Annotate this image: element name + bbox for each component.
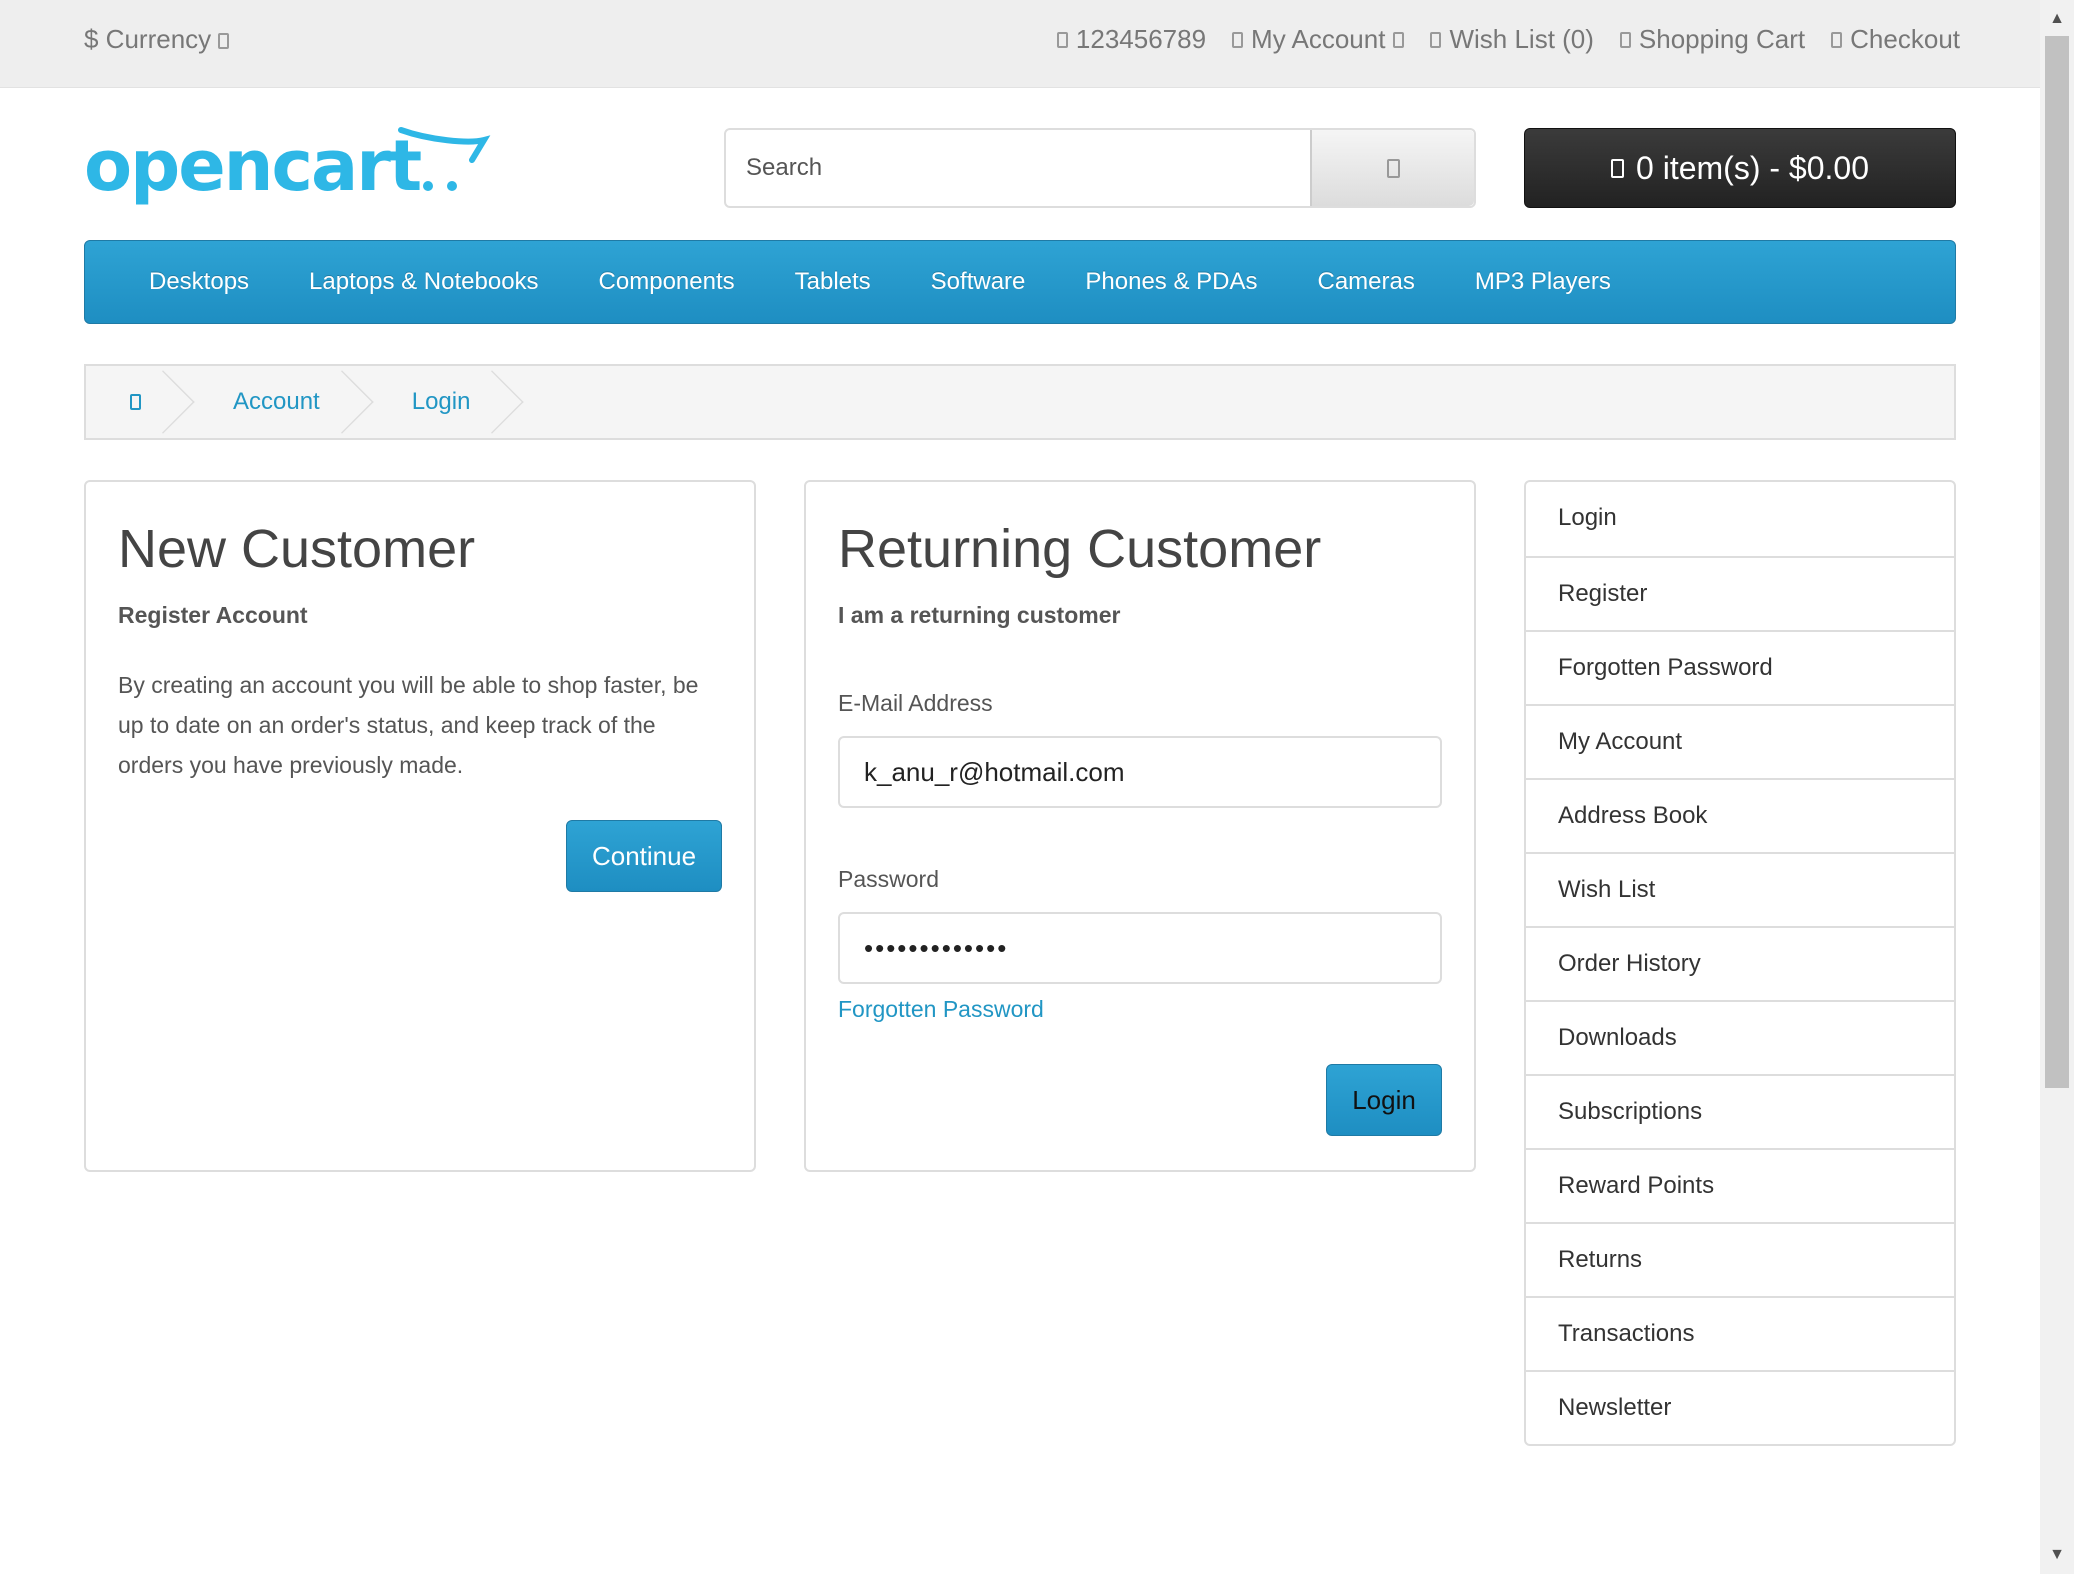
shopping-cart-link[interactable]: Shopping Cart [1619,24,1806,55]
sidebar-item-register[interactable]: Register [1526,556,1954,630]
phone-link[interactable]: 123456789 [1056,24,1207,55]
breadcrumb-account[interactable]: Account [185,366,364,438]
cart-icon [1611,158,1625,178]
search-icon [1386,158,1400,178]
user-icon [1232,31,1244,48]
sidebar-item-order-history[interactable]: Order History [1526,926,1954,1000]
breadcrumb: Account Login [84,364,1956,440]
my-account-label: My Account [1251,24,1386,54]
wish-list-link[interactable]: Wish List (0) [1430,24,1594,55]
sidebar-item-subscriptions[interactable]: Subscriptions [1526,1074,1954,1148]
nav-laptops-notebooks[interactable]: Laptops & Notebooks [309,268,539,296]
breadcrumb-login[interactable]: Login [364,366,515,438]
category-menu: Desktops Laptops & Notebooks Components … [84,240,1956,324]
checkout-label: Checkout [1850,24,1960,54]
nav-software[interactable]: Software [931,268,1026,296]
currency-label: $ Currency [84,24,212,54]
new-customer-title: New Customer [118,519,476,579]
cart-label: 0 item(s) - $0.00 [1636,149,1869,186]
email-field[interactable] [838,736,1442,808]
password-label: Password [838,866,939,892]
email-label: E-Mail Address [838,690,993,716]
home-icon [130,394,141,410]
continue-button[interactable]: Continue [566,820,722,892]
new-customer-panel: New Customer Register Account By creatin… [84,480,756,1172]
nav-mp3-players[interactable]: MP3 Players [1475,268,1611,296]
search-bar [724,128,1476,208]
sidebar-item-newsletter[interactable]: Newsletter [1526,1370,1954,1444]
sidebar-item-returns[interactable]: Returns [1526,1222,1954,1296]
sidebar-item-downloads[interactable]: Downloads [1526,1000,1954,1074]
scrollbar-thumb[interactable] [2045,36,2069,1088]
returning-customer-title: Returning Customer [838,519,1322,579]
checkout-link[interactable]: Checkout [1831,24,1960,55]
sidebar-item-my-account[interactable]: My Account [1526,704,1954,778]
sidebar-item-wish-list[interactable]: Wish List [1526,852,1954,926]
breadcrumb-home[interactable] [86,366,185,438]
logo-text: opencart [84,126,421,207]
cart-icon [1619,31,1631,48]
sidebar-item-reward-points[interactable]: Reward Points [1526,1148,1954,1222]
search-input[interactable] [726,130,1310,206]
nav-tablets[interactable]: Tablets [795,268,871,296]
my-account-link[interactable]: My Account [1232,24,1405,55]
sidebar-item-transactions[interactable]: Transactions [1526,1296,1954,1370]
caret-down-icon [1393,31,1405,48]
login-button[interactable]: Login [1326,1064,1442,1136]
phone-number: 123456789 [1075,24,1207,54]
new-customer-description: By creating an account you will be able … [118,672,699,778]
sidebar-item-forgotten-password[interactable]: Forgotten Password [1526,630,1954,704]
nav-components[interactable]: Components [599,268,735,296]
cart-button[interactable]: 0 item(s) - $0.00 [1524,128,1956,208]
scroll-up-arrow-icon[interactable]: ▲ [2040,4,2074,34]
sidebar-item-address-book[interactable]: Address Book [1526,778,1954,852]
wish-list-label: Wish List (0) [1449,24,1594,54]
phone-icon [1056,31,1068,48]
shopping-cart-label: Shopping Cart [1638,24,1806,54]
share-icon [1831,31,1843,48]
nav-desktops[interactable]: Desktops [149,268,249,296]
top-bar: $ Currency 123456789 My Account Wish Lis… [0,0,2040,88]
opencart-logo[interactable]: opencart [84,125,494,216]
password-field[interactable] [838,912,1442,984]
forgotten-password-link[interactable]: Forgotten Password [838,996,1044,1023]
returning-customer-panel: Returning Customer I am a returning cust… [804,480,1476,1172]
account-sidebar: Login Register Forgotten Password My Acc… [1524,480,1956,1446]
returning-customer-subtitle: I am a returning customer [838,602,1121,628]
nav-phones-pdas[interactable]: Phones & PDAs [1085,268,1257,296]
top-links: 123456789 My Account Wish List (0) Shopp… [1056,24,1960,55]
register-account-subtitle: Register Account [118,602,308,628]
heart-icon [1430,31,1442,48]
scroll-down-arrow-icon[interactable]: ▼ [2040,1540,2074,1570]
search-button[interactable] [1310,130,1474,206]
nav-cameras[interactable]: Cameras [1317,268,1414,296]
sidebar-item-login[interactable]: Login [1526,482,1954,556]
scrollbar[interactable]: ▲ ▼ [2040,0,2074,1574]
caret-down-icon [218,33,230,50]
currency-dropdown[interactable]: $ Currency [84,24,230,55]
